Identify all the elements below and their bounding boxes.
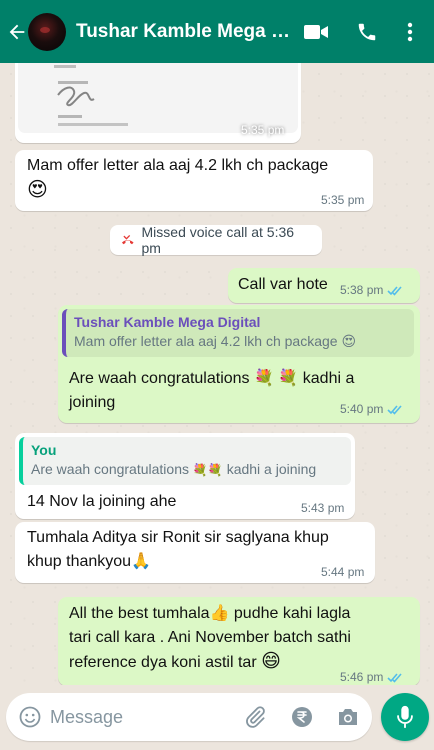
- missed-call-icon: [121, 235, 134, 245]
- more-options-icon: [407, 22, 413, 41]
- message-text: All the best tumhala👍 pudhe kahi lagla t…: [69, 605, 351, 672]
- more-options-button[interactable]: [400, 0, 420, 63]
- message-time: 5:40 pm: [340, 402, 384, 416]
- bouquet-emoji: 💐: [207, 463, 223, 477]
- message-time: 5:46 pm: [340, 670, 384, 684]
- quoted-text: Mam offer letter ala aaj 4.2 lkh ch pack…: [74, 333, 357, 349]
- message-time: 5:35 pm: [241, 123, 285, 137]
- video-call-icon: [304, 24, 328, 39]
- message-status: 5:46 pm: [340, 670, 403, 684]
- emoji-button[interactable]: [18, 705, 42, 729]
- chat-header: Tushar Kamble Mega D...: [0, 0, 434, 63]
- message-incoming-reply[interactable]: You Are waah congratulations 💐💐 kadhi a …: [15, 433, 355, 519]
- message-incoming[interactable]: Mam offer letter ala aaj 4.2 lkh ch pack…: [15, 150, 373, 211]
- back-arrow-icon: [9, 24, 25, 39]
- emoji-icon: [19, 706, 41, 728]
- quoted-text: Are waah congratulations 💐💐 kadhi a join…: [31, 461, 317, 477]
- bouquet-emoji: 💐: [278, 370, 299, 387]
- message-field: [6, 693, 372, 741]
- quoted-message[interactable]: Tushar Kamble Mega Digital Mam offer let…: [62, 309, 414, 357]
- camera-icon: [339, 709, 357, 725]
- attach-icon: [246, 706, 265, 728]
- message-outgoing[interactable]: All the best tumhala👍 pudhe kahi lagla t…: [58, 597, 420, 685]
- message-composer: [0, 685, 434, 750]
- message-status: 5:40 pm: [340, 402, 403, 416]
- video-call-button[interactable]: [302, 0, 330, 63]
- message-time: 5:38 pm: [340, 283, 384, 297]
- message-time: 5:43 pm: [301, 501, 345, 515]
- message-text: Mam offer letter ala aaj 4.2 lkh ch pack…: [27, 157, 329, 201]
- read-ticks-icon: [387, 672, 402, 683]
- attach-button[interactable]: [243, 705, 267, 729]
- rupee-payment-icon: [292, 707, 312, 727]
- bouquet-emoji: 💐: [192, 463, 208, 477]
- contact-avatar[interactable]: [28, 12, 66, 51]
- quoted-author: You: [31, 442, 57, 458]
- thumbs-up-emoji: 👍: [209, 605, 230, 622]
- image-message[interactable]: 5:35 pm: [15, 63, 301, 143]
- message-time: 5:35 pm: [321, 193, 365, 207]
- message-text: Call var hote: [238, 276, 328, 293]
- heart-eyes-emoji: 😍: [341, 333, 357, 349]
- camera-button[interactable]: [336, 705, 360, 729]
- chat-area[interactable]: 5:35 pm Mam offer letter ala aaj 4.2 lkh…: [0, 63, 434, 685]
- contact-name[interactable]: Tushar Kamble Mega D...: [76, 21, 290, 43]
- message-incoming[interactable]: Tumhala Aditya sir Ronit sir saglyana kh…: [15, 522, 375, 583]
- message-text: 14 Nov la joining ahe: [27, 493, 177, 510]
- read-ticks-icon: [387, 285, 402, 296]
- quoted-message[interactable]: You Are waah congratulations 💐💐 kadhi a …: [19, 437, 351, 485]
- message-time: 5:44 pm: [321, 565, 365, 579]
- grinning-emoji: 😄: [261, 651, 281, 672]
- heart-eyes-emoji: 😍: [27, 179, 48, 201]
- voice-call-button[interactable]: [353, 0, 381, 63]
- message-input[interactable]: [50, 703, 230, 731]
- read-ticks-icon: [387, 404, 402, 415]
- bouquet-emoji: 💐: [254, 370, 274, 387]
- missed-call-notice[interactable]: Missed voice call at 5:36 pm: [110, 224, 322, 256]
- folded-hands-emoji: 🙏: [131, 553, 151, 570]
- payment-button[interactable]: [290, 705, 314, 729]
- message-outgoing-reply[interactable]: Tushar Kamble Mega Digital Mam offer let…: [58, 305, 420, 423]
- whatsapp-chat-screen: Tushar Kamble Mega D... 5:35 pm Mam offe…: [0, 0, 434, 750]
- message-outgoing[interactable]: Call var hote 5:38 pm: [228, 268, 420, 303]
- microphone-icon: [397, 705, 413, 729]
- message-status: 5:38 pm: [340, 283, 403, 297]
- phone-call-icon: [358, 23, 376, 40]
- voice-record-button[interactable]: [381, 693, 429, 741]
- quoted-author: Tushar Kamble Mega Digital: [74, 314, 261, 330]
- missed-call-text: Missed voice call at 5:36 pm: [141, 224, 295, 256]
